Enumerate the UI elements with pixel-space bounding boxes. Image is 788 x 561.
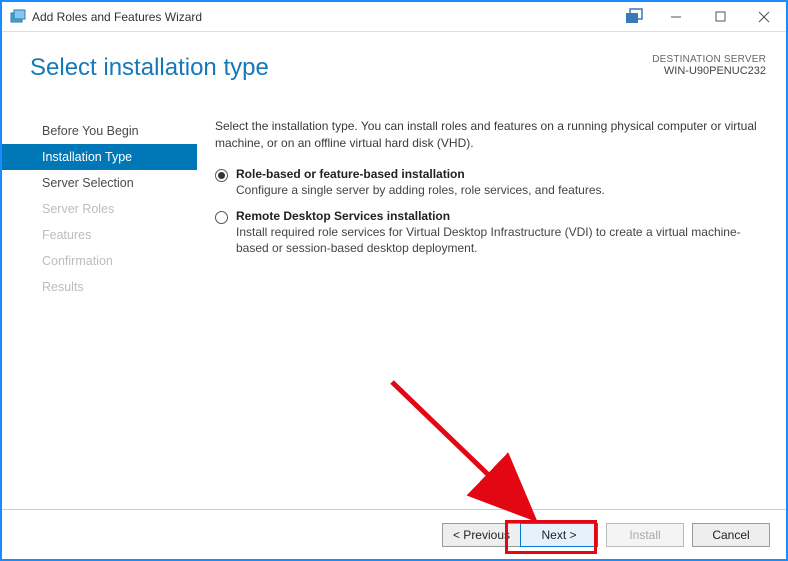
- option-desc: Install required role services for Virtu…: [236, 224, 764, 258]
- wizard-nav: Before You Begin Installation Type Serve…: [2, 118, 197, 509]
- content-area: Select installation type DESTINATION SER…: [2, 32, 786, 509]
- window-controls: [620, 3, 786, 31]
- option-text: Role-based or feature-based installation…: [236, 167, 764, 199]
- page-title: Select installation type: [30, 54, 269, 82]
- destination-value: WIN-U90PENUC232: [652, 65, 766, 77]
- maximize-button[interactable]: [698, 3, 742, 31]
- cancel-button[interactable]: Cancel: [692, 523, 770, 547]
- previous-button[interactable]: < Previous: [442, 523, 520, 547]
- nav-server-roles: Server Roles: [2, 196, 197, 222]
- intro-text: Select the installation type. You can in…: [215, 118, 764, 153]
- nav-before-you-begin[interactable]: Before You Begin: [2, 118, 197, 144]
- wizard-window: Add Roles and Features Wizard: [0, 0, 788, 561]
- option-title: Role-based or feature-based installation: [236, 167, 764, 181]
- radio-role-based[interactable]: [215, 169, 228, 182]
- destination-label: DESTINATION SERVER: [652, 54, 766, 65]
- radio-rds[interactable]: [215, 211, 228, 224]
- nav-results: Results: [2, 274, 197, 300]
- main-panel: Select the installation type. You can in…: [197, 118, 786, 509]
- app-icon: [10, 9, 26, 25]
- minimize-button[interactable]: [654, 3, 698, 31]
- option-title: Remote Desktop Services installation: [236, 209, 764, 223]
- nav-server-selection[interactable]: Server Selection: [2, 170, 197, 196]
- close-button[interactable]: [742, 3, 786, 31]
- option-rds[interactable]: Remote Desktop Services installation Ins…: [215, 209, 764, 258]
- option-text: Remote Desktop Services installation Ins…: [236, 209, 764, 258]
- restore-group-icon[interactable]: [620, 6, 650, 28]
- titlebar: Add Roles and Features Wizard: [2, 2, 786, 32]
- destination-server: DESTINATION SERVER WIN-U90PENUC232: [652, 54, 766, 77]
- nav-confirmation: Confirmation: [2, 248, 197, 274]
- header-row: Select installation type DESTINATION SER…: [2, 32, 786, 112]
- install-button: Install: [606, 523, 684, 547]
- window-title: Add Roles and Features Wizard: [32, 10, 202, 24]
- option-role-based[interactable]: Role-based or feature-based installation…: [215, 167, 764, 199]
- option-desc: Configure a single server by adding role…: [236, 182, 764, 199]
- next-button[interactable]: Next >: [520, 523, 598, 547]
- body-row: Before You Begin Installation Type Serve…: [2, 118, 786, 509]
- prev-next-pair: < Previous Next >: [442, 523, 598, 547]
- footer-bar: < Previous Next > Install Cancel: [2, 509, 786, 559]
- nav-installation-type[interactable]: Installation Type: [2, 144, 197, 170]
- nav-features: Features: [2, 222, 197, 248]
